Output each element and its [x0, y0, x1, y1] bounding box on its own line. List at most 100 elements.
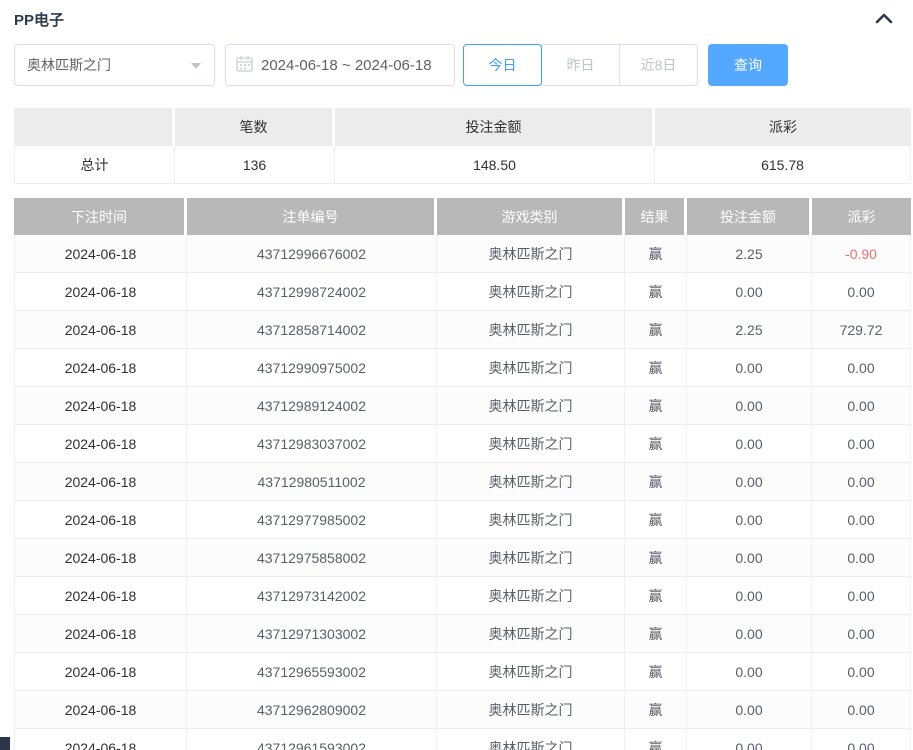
cell-game: 奥林匹斯之门: [437, 273, 625, 311]
cell-result: 赢: [625, 463, 687, 501]
cell-result: 赢: [625, 539, 687, 577]
summary-header-row: 笔数 投注金额 派彩: [14, 108, 911, 146]
cell-bet: 0.00: [687, 539, 812, 577]
cell-bet: 0.00: [687, 349, 812, 387]
cell-id: 43712990975002: [187, 349, 437, 387]
cell-game: 奥林匹斯之门: [437, 425, 625, 463]
col-game-type: 游戏类别: [437, 198, 625, 235]
table-body: 2024-06-1843712996676002奥林匹斯之门赢2.25-0.90…: [14, 235, 911, 750]
cell-result: 赢: [625, 311, 687, 349]
cell-payout: 729.72: [812, 311, 911, 349]
table-row: 2024-06-1843712961593002奥林匹斯之门赢0.000.00: [14, 729, 911, 750]
cell-id: 43712983037002: [187, 425, 437, 463]
cell-result: 赢: [625, 425, 687, 463]
cell-bet: 0.00: [687, 653, 812, 691]
cell-payout: 0.00: [812, 273, 911, 311]
calendar-icon: [236, 55, 253, 76]
cell-payout: -0.90: [812, 235, 911, 273]
table-row: 2024-06-1843712977985002奥林匹斯之门赢0.000.00: [14, 501, 911, 539]
summary-total-label: 总计: [14, 146, 175, 184]
cell-result: 赢: [625, 615, 687, 653]
cell-time: 2024-06-18: [14, 501, 187, 539]
cell-result: 赢: [625, 387, 687, 425]
cell-time: 2024-06-18: [14, 653, 187, 691]
quick-button-group: 今日昨日近8日: [463, 44, 698, 86]
cell-time: 2024-06-18: [14, 615, 187, 653]
summary-table: 笔数 投注金额 派彩 总计 136 148.50 615.78: [14, 108, 911, 184]
cell-bet: 0.00: [687, 501, 812, 539]
table-row: 2024-06-1843712965593002奥林匹斯之门赢0.000.00: [14, 653, 911, 691]
cell-id: 43712977985002: [187, 501, 437, 539]
filter-bar: 奥林匹斯之门 2024-06-18 ~ 2024-06-18 今日昨日近8日 查…: [14, 44, 899, 86]
cell-result: 赢: [625, 501, 687, 539]
cell-time: 2024-06-18: [14, 577, 187, 615]
quick-button-today[interactable]: 今日: [463, 44, 542, 86]
cell-id: 43712962809002: [187, 691, 437, 729]
table-row: 2024-06-1843712980511002奥林匹斯之门赢0.000.00: [14, 463, 911, 501]
cell-game: 奥林匹斯之门: [437, 311, 625, 349]
cell-bet: 0.00: [687, 691, 812, 729]
cell-time: 2024-06-18: [14, 463, 187, 501]
bet-records-table: 下注时间 注单编号 游戏类别 结果 投注金额 派彩 2024-06-184371…: [14, 198, 911, 750]
cell-payout: 0.00: [812, 463, 911, 501]
table-row: 2024-06-1843712971303002奥林匹斯之门赢0.000.00: [14, 615, 911, 653]
col-bet-id: 注单编号: [187, 198, 437, 235]
collapse-button[interactable]: [871, 10, 897, 29]
table-row: 2024-06-1843712983037002奥林匹斯之门赢0.000.00: [14, 425, 911, 463]
cell-game: 奥林匹斯之门: [437, 691, 625, 729]
table-row: 2024-06-1843712998724002奥林匹斯之门赢0.000.00: [14, 273, 911, 311]
cell-game: 奥林匹斯之门: [437, 235, 625, 273]
table-row: 2024-06-1843712996676002奥林匹斯之门赢2.25-0.90: [14, 235, 911, 273]
bottom-left-dark-fragment: [0, 737, 10, 750]
cell-id: 43712971303002: [187, 615, 437, 653]
cell-bet: 0.00: [687, 273, 812, 311]
cell-game: 奥林匹斯之门: [437, 501, 625, 539]
cell-game: 奥林匹斯之门: [437, 463, 625, 501]
summary-col-count: 笔数: [175, 108, 335, 146]
table-row: 2024-06-1843712858714002奥林匹斯之门赢2.25729.7…: [14, 311, 911, 349]
game-select[interactable]: 奥林匹斯之门: [14, 44, 215, 86]
cell-bet: 2.25: [687, 235, 812, 273]
cell-id: 43712996676002: [187, 235, 437, 273]
cell-payout: 0.00: [812, 539, 911, 577]
col-bet-amount: 投注金额: [687, 198, 812, 235]
panel-pp-electronic: PP电子 奥林匹斯之门: [0, 0, 913, 750]
quick-button-yesterday[interactable]: 昨日: [541, 44, 620, 86]
query-button[interactable]: 查询: [708, 44, 788, 86]
cell-time: 2024-06-18: [14, 539, 187, 577]
table-row: 2024-06-1843712975858002奥林匹斯之门赢0.000.00: [14, 539, 911, 577]
col-bet-time: 下注时间: [14, 198, 187, 235]
cell-result: 赢: [625, 235, 687, 273]
summary-col-payout: 派彩: [655, 108, 911, 146]
col-payout: 派彩: [812, 198, 911, 235]
cell-bet: 0.00: [687, 729, 812, 750]
cell-time: 2024-06-18: [14, 273, 187, 311]
date-range-value: 2024-06-18 ~ 2024-06-18: [261, 57, 432, 74]
cell-bet: 0.00: [687, 615, 812, 653]
cell-game: 奥林匹斯之门: [437, 539, 625, 577]
cell-result: 赢: [625, 653, 687, 691]
cell-game: 奥林匹斯之门: [437, 349, 625, 387]
cell-game: 奥林匹斯之门: [437, 387, 625, 425]
table-row: 2024-06-1843712962809002奥林匹斯之门赢0.000.00: [14, 691, 911, 729]
quick-button-last-8-days[interactable]: 近8日: [619, 44, 698, 86]
cell-time: 2024-06-18: [14, 235, 187, 273]
cell-time: 2024-06-18: [14, 387, 187, 425]
cell-game: 奥林匹斯之门: [437, 615, 625, 653]
cell-time: 2024-06-18: [14, 691, 187, 729]
table-row: 2024-06-1843712973142002奥林匹斯之门赢0.000.00: [14, 577, 911, 615]
cell-payout: 0.00: [812, 653, 911, 691]
cell-id: 43712961593002: [187, 729, 437, 750]
cell-game: 奥林匹斯之门: [437, 729, 625, 750]
cell-payout: 0.00: [812, 501, 911, 539]
table-header-row: 下注时间 注单编号 游戏类别 结果 投注金额 派彩: [14, 198, 911, 235]
table-row: 2024-06-1843712990975002奥林匹斯之门赢0.000.00: [14, 349, 911, 387]
chevron-down-icon: [190, 57, 202, 73]
cell-game: 奥林匹斯之门: [437, 577, 625, 615]
cell-id: 43712965593002: [187, 653, 437, 691]
cell-payout: 0.00: [812, 691, 911, 729]
table-row: 2024-06-1843712989124002奥林匹斯之门赢0.000.00: [14, 387, 911, 425]
date-range-input[interactable]: 2024-06-18 ~ 2024-06-18: [225, 44, 455, 86]
game-select-value: 奥林匹斯之门: [27, 55, 111, 75]
cell-result: 赢: [625, 577, 687, 615]
